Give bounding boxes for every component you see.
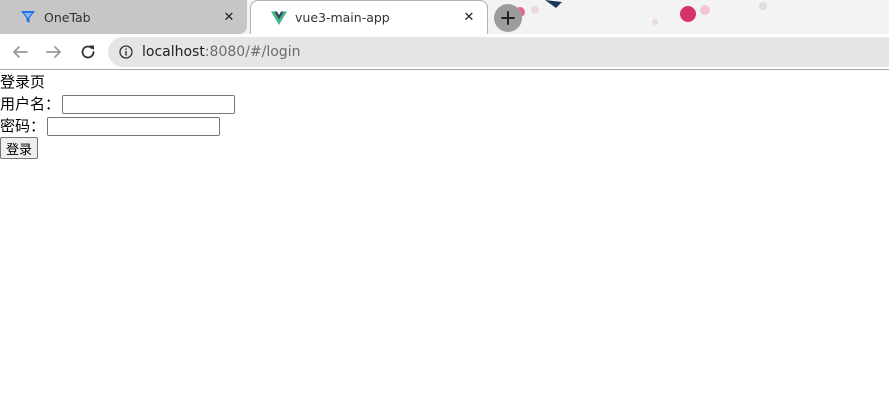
login-button[interactable]: 登录 — [0, 137, 39, 159]
reload-button[interactable] — [74, 38, 102, 66]
page-content: 登录页 用户名： 密码： 登录 — [0, 71, 889, 407]
arrow-left-icon — [13, 45, 28, 58]
reload-icon — [81, 45, 95, 58]
tab-title: OneTab — [44, 9, 91, 25]
address-bar[interactable]: localhost:8080/#/login — [108, 37, 889, 67]
password-row: 密码： — [0, 115, 889, 137]
username-label: 用户名： — [0, 95, 61, 113]
tab-title: vue3-main-app — [295, 10, 390, 25]
forward-button[interactable] — [40, 38, 68, 66]
browser-toolbar: localhost:8080/#/login — [0, 34, 889, 70]
arrow-right-icon — [46, 45, 61, 58]
new-tab-button[interactable] — [494, 4, 522, 32]
username-row: 用户名： — [0, 93, 889, 115]
url-path: :8080/#/login — [204, 44, 301, 60]
vue-logo-icon — [271, 11, 287, 25]
url-host: localhost — [142, 44, 205, 60]
onetab-funnel-icon — [21, 11, 35, 23]
url-text: localhost:8080/#/login — [142, 44, 300, 60]
password-label: 密码： — [0, 117, 46, 135]
tab-strip: OneTab ✕ vue3-main-app ✕ — [0, 0, 889, 34]
info-icon[interactable] — [119, 45, 133, 59]
tab-vue3-main-app[interactable]: vue3-main-app ✕ — [250, 0, 488, 34]
page-heading: 登录页 — [0, 73, 46, 91]
username-input[interactable] — [62, 94, 236, 114]
plus-icon — [501, 11, 515, 25]
tab-onetab[interactable]: OneTab ✕ — [0, 0, 247, 34]
close-tab-icon[interactable]: ✕ — [221, 9, 237, 25]
login-row: 登录 — [0, 137, 889, 159]
close-tab-icon[interactable]: ✕ — [461, 10, 477, 26]
back-button[interactable] — [6, 38, 34, 66]
password-input[interactable] — [47, 116, 221, 136]
